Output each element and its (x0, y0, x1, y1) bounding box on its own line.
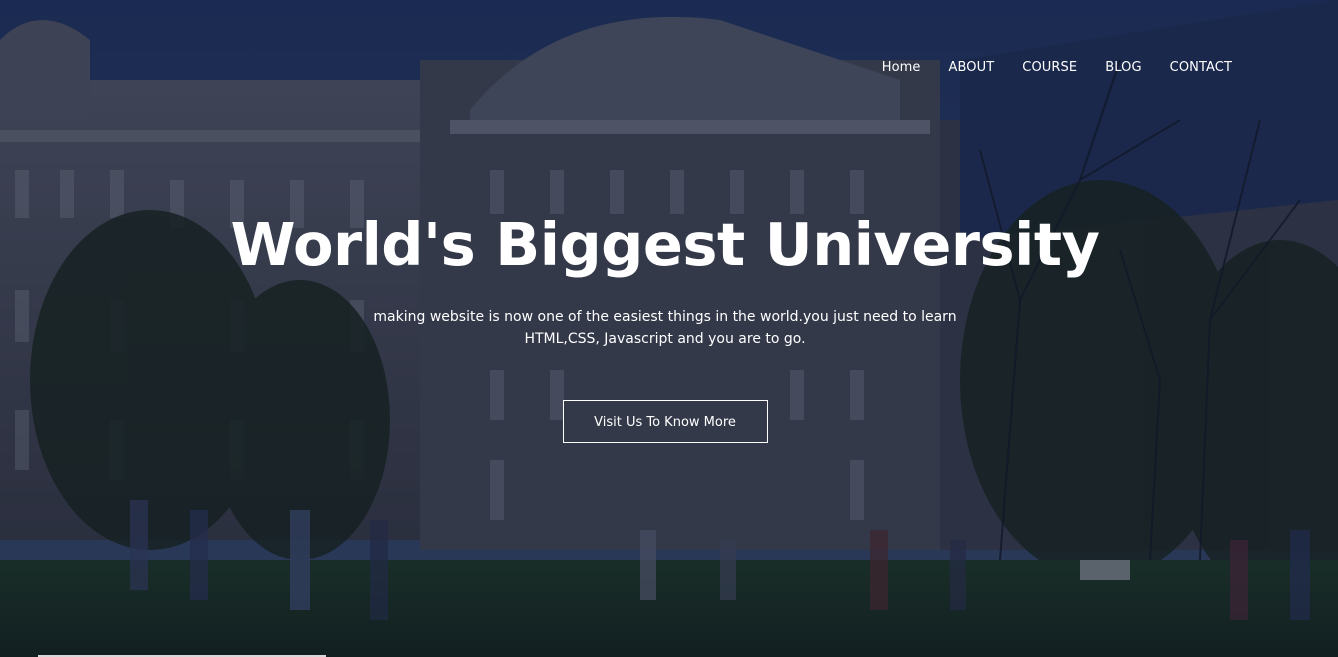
hero-subtitle: making website is now one of the easiest… (373, 309, 957, 347)
nav-item-blog[interactable]: BLOG (1105, 60, 1141, 75)
visit-us-button[interactable]: Visit Us To Know More (562, 400, 768, 443)
hero-section: Home ABOUT COURSE BLOG CONTACT World's B… (0, 0, 1338, 657)
nav-item-course[interactable]: COURSE (1022, 60, 1077, 75)
nav-item-about[interactable]: ABOUT (949, 60, 995, 75)
nav-item-home[interactable]: Home (882, 60, 921, 75)
hero-title: World's Biggest University (230, 210, 1100, 279)
main-nav: Home ABOUT COURSE BLOG CONTACT (882, 60, 1232, 75)
nav-item-contact[interactable]: CONTACT (1170, 60, 1232, 75)
hero-text-box: World's Biggest University making websit… (0, 208, 1330, 443)
